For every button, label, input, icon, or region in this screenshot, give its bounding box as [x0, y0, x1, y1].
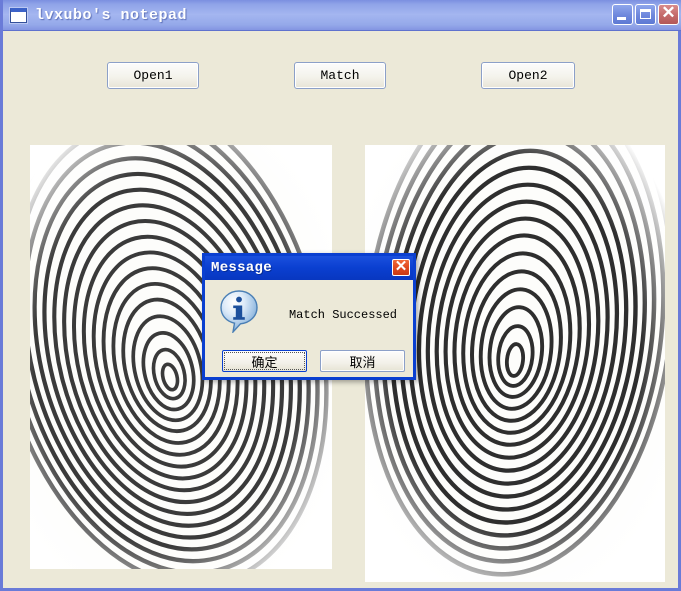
- dialog-close-button[interactable]: ✕: [392, 258, 410, 276]
- open1-button[interactable]: Open1: [107, 62, 199, 89]
- information-icon: [220, 290, 258, 333]
- message-dialog: Message ✕ Match Successed 确定 取消: [202, 253, 416, 380]
- open2-button[interactable]: Open2: [481, 62, 575, 89]
- maximize-button[interactable]: [635, 4, 656, 25]
- application-window: lvxubo's notepad ✕ Open1 Match Open2 Mes…: [0, 0, 681, 591]
- dialog-cancel-button[interactable]: 取消: [320, 350, 405, 372]
- dialog-title-bar[interactable]: Message ✕: [205, 256, 413, 280]
- close-icon: ✕: [394, 258, 408, 275]
- dialog-ok-button[interactable]: 确定: [222, 350, 307, 372]
- match-button[interactable]: Match: [294, 62, 386, 89]
- window-title: lvxubo's notepad: [35, 6, 188, 24]
- dialog-title: Message: [211, 260, 272, 276]
- title-bar[interactable]: lvxubo's notepad ✕: [3, 0, 681, 31]
- window-controls: ✕: [612, 3, 679, 25]
- close-button[interactable]: ✕: [658, 3, 679, 25]
- minimize-button[interactable]: [612, 4, 633, 25]
- dialog-message: Match Successed: [288, 308, 398, 322]
- window-document-icon: [10, 7, 27, 23]
- close-icon: ✕: [661, 3, 676, 22]
